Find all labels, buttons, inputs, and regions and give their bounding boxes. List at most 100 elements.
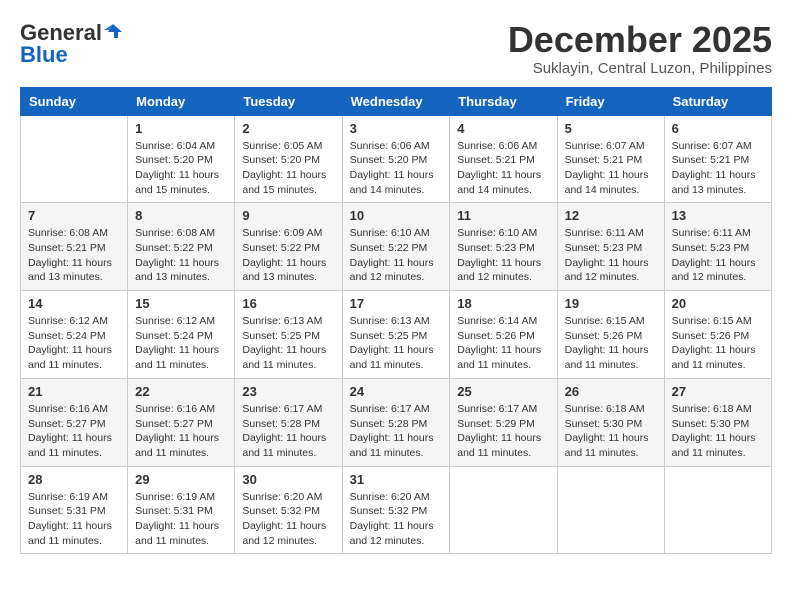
logo-blue: Blue [20,42,68,68]
day-info: Sunrise: 6:17 AM Sunset: 5:28 PM Dayligh… [350,402,443,461]
calendar-cell: 10 Sunrise: 6:10 AM Sunset: 5:22 PM Dayli… [342,203,450,291]
day-info: Sunrise: 6:18 AM Sunset: 5:30 PM Dayligh… [565,402,657,461]
day-info: Sunrise: 6:13 AM Sunset: 5:25 PM Dayligh… [350,314,443,373]
weekday-header-wednesday: Wednesday [342,87,450,115]
calendar-cell: 21Sunrise: 6:16 AM Sunset: 5:27 PM Dayli… [21,378,128,466]
day-number: 14 [28,296,120,311]
day-info: Sunrise: 6:13 AM Sunset: 5:25 PM Dayligh… [242,314,334,373]
location-subtitle: Suklayin, Central Luzon, Philippines [508,60,772,77]
day-info: Sunrise: 6:09 AM Sunset: 5:22 PM Dayligh… [242,226,334,285]
calendar-cell: 31 Sunrise: 6:20 AM Sunset: 5:32 PM Dayli… [342,466,450,554]
day-info: Sunrise: 6:17 AM Sunset: 5:29 PM Dayligh… [457,402,549,461]
calendar-week-row: 28 Sunrise: 6:19 AM Sunset: 5:31 PM Dayli… [21,466,772,554]
day-info: Sunrise: 6:04 AM Sunset: 5:20 PM Dayligh… [135,139,227,198]
day-info: Sunrise: 6:08 AM Sunset: 5:22 PM Dayligh… [135,226,227,285]
day-number: 4 [457,121,549,136]
calendar-cell: 4 Sunrise: 6:06 AM Sunset: 5:21 PM Daylig… [450,115,557,203]
month-title: December 2025 [508,20,772,60]
calendar-cell: 5 Sunrise: 6:07 AM Sunset: 5:21 PM Daylig… [557,115,664,203]
day-info: Sunrise: 6:10 AM Sunset: 5:22 PM Dayligh… [350,226,443,285]
calendar-cell: 20 Sunrise: 6:15 AM Sunset: 5:26 PM Dayli… [664,291,771,379]
logo: General Blue [20,20,122,68]
day-info: Sunrise: 6:07 AM Sunset: 5:21 PM Dayligh… [672,139,764,198]
calendar-cell: 3 Sunrise: 6:06 AM Sunset: 5:20 PM Daylig… [342,115,450,203]
day-number: 19 [565,296,657,311]
calendar-week-row: 1Sunrise: 6:04 AM Sunset: 5:20 PM Daylig… [21,115,772,203]
day-info: Sunrise: 6:08 AM Sunset: 5:21 PM Dayligh… [28,226,120,285]
calendar-cell: 28 Sunrise: 6:19 AM Sunset: 5:31 PM Dayli… [21,466,128,554]
weekday-header-saturday: Saturday [664,87,771,115]
calendar-header-row: SundayMondayTuesdayWednesdayThursdayFrid… [21,87,772,115]
day-number: 7 [28,208,120,223]
day-info: Sunrise: 6:19 AM Sunset: 5:31 PM Dayligh… [28,490,120,549]
day-info: Sunrise: 6:14 AM Sunset: 5:26 PM Dayligh… [457,314,549,373]
title-section: December 2025 Suklayin, Central Luzon, P… [508,20,772,77]
day-number: 6 [672,121,764,136]
day-info: Sunrise: 6:20 AM Sunset: 5:32 PM Dayligh… [350,490,443,549]
day-info: Sunrise: 6:11 AM Sunset: 5:23 PM Dayligh… [565,226,657,285]
day-info: Sunrise: 6:15 AM Sunset: 5:26 PM Dayligh… [672,314,764,373]
calendar-cell: 30Sunrise: 6:20 AM Sunset: 5:32 PM Dayli… [235,466,342,554]
day-info: Sunrise: 6:10 AM Sunset: 5:23 PM Dayligh… [457,226,549,285]
day-number: 29 [135,472,227,487]
day-number: 12 [565,208,657,223]
calendar-cell: 11Sunrise: 6:10 AM Sunset: 5:23 PM Dayli… [450,203,557,291]
day-number: 31 [350,472,443,487]
day-info: Sunrise: 6:06 AM Sunset: 5:20 PM Dayligh… [350,139,443,198]
day-number: 27 [672,384,764,399]
day-info: Sunrise: 6:16 AM Sunset: 5:27 PM Dayligh… [135,402,227,461]
day-number: 24 [350,384,443,399]
calendar-cell: 26 Sunrise: 6:18 AM Sunset: 5:30 PM Dayli… [557,378,664,466]
day-info: Sunrise: 6:07 AM Sunset: 5:21 PM Dayligh… [565,139,657,198]
day-number: 2 [242,121,334,136]
calendar-cell [557,466,664,554]
weekday-header-thursday: Thursday [450,87,557,115]
day-number: 16 [242,296,334,311]
calendar-cell: 8 Sunrise: 6:08 AM Sunset: 5:22 PM Daylig… [128,203,235,291]
calendar-cell: 9 Sunrise: 6:09 AM Sunset: 5:22 PM Daylig… [235,203,342,291]
calendar-week-row: 7 Sunrise: 6:08 AM Sunset: 5:21 PM Daylig… [21,203,772,291]
calendar-cell: 19 Sunrise: 6:15 AM Sunset: 5:26 PM Dayli… [557,291,664,379]
weekday-header-sunday: Sunday [21,87,128,115]
day-number: 5 [565,121,657,136]
day-number: 18 [457,296,549,311]
calendar-table: SundayMondayTuesdayWednesdayThursdayFrid… [20,87,772,555]
calendar-cell: 22 Sunrise: 6:16 AM Sunset: 5:27 PM Dayli… [128,378,235,466]
calendar-cell: 7 Sunrise: 6:08 AM Sunset: 5:21 PM Daylig… [21,203,128,291]
day-number: 15 [135,296,227,311]
day-number: 25 [457,384,549,399]
day-number: 17 [350,296,443,311]
calendar-cell: 12 Sunrise: 6:11 AM Sunset: 5:23 PM Dayli… [557,203,664,291]
day-info: Sunrise: 6:11 AM Sunset: 5:23 PM Dayligh… [672,226,764,285]
day-info: Sunrise: 6:16 AM Sunset: 5:27 PM Dayligh… [28,402,120,461]
calendar-cell: 23Sunrise: 6:17 AM Sunset: 5:28 PM Dayli… [235,378,342,466]
day-number: 26 [565,384,657,399]
day-number: 3 [350,121,443,136]
calendar-week-row: 14 Sunrise: 6:12 AM Sunset: 5:24 PM Dayli… [21,291,772,379]
day-number: 28 [28,472,120,487]
calendar-cell [450,466,557,554]
logo-bird-icon [104,22,122,40]
day-number: 20 [672,296,764,311]
day-number: 10 [350,208,443,223]
page-header: General Blue December 2025 Suklayin, Cen… [20,20,772,77]
calendar-cell: 15Sunrise: 6:12 AM Sunset: 5:24 PM Dayli… [128,291,235,379]
day-info: Sunrise: 6:15 AM Sunset: 5:26 PM Dayligh… [565,314,657,373]
day-number: 8 [135,208,227,223]
day-number: 22 [135,384,227,399]
day-number: 23 [242,384,334,399]
day-info: Sunrise: 6:12 AM Sunset: 5:24 PM Dayligh… [28,314,120,373]
day-info: Sunrise: 6:05 AM Sunset: 5:20 PM Dayligh… [242,139,334,198]
calendar-cell: 1Sunrise: 6:04 AM Sunset: 5:20 PM Daylig… [128,115,235,203]
day-number: 13 [672,208,764,223]
calendar-cell: 16 Sunrise: 6:13 AM Sunset: 5:25 PM Dayli… [235,291,342,379]
weekday-header-monday: Monday [128,87,235,115]
calendar-cell: 29Sunrise: 6:19 AM Sunset: 5:31 PM Dayli… [128,466,235,554]
day-number: 9 [242,208,334,223]
day-info: Sunrise: 6:06 AM Sunset: 5:21 PM Dayligh… [457,139,549,198]
calendar-cell: 27Sunrise: 6:18 AM Sunset: 5:30 PM Dayli… [664,378,771,466]
weekday-header-tuesday: Tuesday [235,87,342,115]
calendar-cell [664,466,771,554]
calendar-cell: 18 Sunrise: 6:14 AM Sunset: 5:26 PM Dayli… [450,291,557,379]
calendar-cell: 17 Sunrise: 6:13 AM Sunset: 5:25 PM Dayli… [342,291,450,379]
